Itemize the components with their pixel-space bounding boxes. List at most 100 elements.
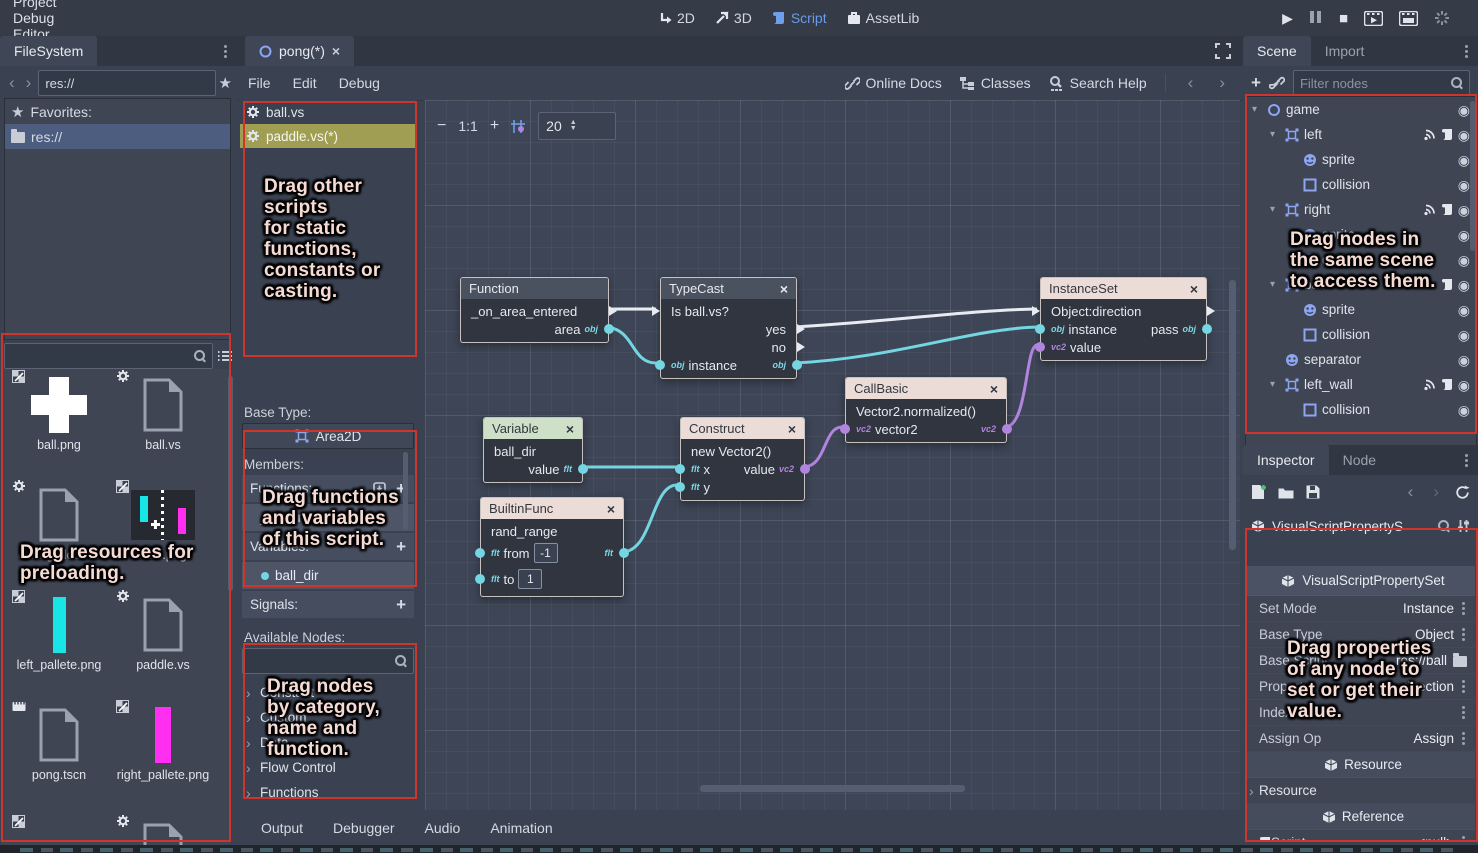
- folder-icon[interactable]: [1453, 656, 1467, 667]
- workspace-assetlib[interactable]: AssetLib: [847, 10, 920, 26]
- property-menu-icon[interactable]: [1460, 600, 1467, 617]
- scene-node-sprite[interactable]: sprite◉: [1246, 222, 1476, 247]
- dock-menu-icon[interactable]: [1463, 452, 1470, 469]
- inspector-expand-resource[interactable]: ›Resource: [1245, 778, 1475, 804]
- file-pong.tscn[interactable]: pong.tscn: [10, 702, 108, 783]
- inspector-section-resource[interactable]: Resource: [1245, 752, 1475, 778]
- graph-hscrollbar[interactable]: [700, 785, 965, 792]
- history-back-button[interactable]: ‹: [5, 73, 19, 93]
- tab-pong-script[interactable]: pong(*) ×: [245, 36, 354, 66]
- save-resource-icon[interactable]: [1306, 485, 1320, 499]
- menu-debug[interactable]: Debug: [0, 10, 70, 26]
- inspector-prop-set-mode[interactable]: Set ModeInstance: [1245, 596, 1475, 622]
- visibility-eye-icon[interactable]: ◉: [1458, 378, 1470, 392]
- tab-filesystem[interactable]: FileSystem: [0, 36, 97, 66]
- seq-out-port[interactable]: [797, 324, 805, 334]
- category-flow-control[interactable]: ›Flow Control: [242, 755, 414, 780]
- script-item-ball.vs[interactable]: ball.vs: [240, 100, 416, 124]
- list-view-toggle-icon[interactable]: [217, 349, 233, 363]
- seq-out-port[interactable]: [797, 342, 805, 352]
- workspace-3d[interactable]: 3D: [715, 10, 752, 26]
- distraction-free-icon[interactable]: [1215, 43, 1231, 59]
- script-menu-debug[interactable]: Debug: [328, 75, 391, 91]
- signal-icon[interactable]: [1423, 203, 1436, 216]
- data-out-port[interactable]: [578, 464, 588, 474]
- variable-item[interactable]: ball_dir: [242, 562, 414, 589]
- pause-button[interactable]: [1309, 10, 1323, 26]
- close-icon[interactable]: ×: [566, 421, 574, 437]
- filter-nodes-input[interactable]: Filter nodes: [1293, 70, 1470, 96]
- favorite-res-row[interactable]: res://: [5, 124, 230, 149]
- visibility-eye-icon[interactable]: ◉: [1458, 353, 1470, 367]
- history-forward-button[interactable]: ›: [1429, 482, 1443, 502]
- load-resource-icon[interactable]: [1278, 486, 1294, 499]
- chevron-down-icon[interactable]: ▾: [1270, 129, 1280, 140]
- zoom-out-button[interactable]: −: [437, 117, 446, 135]
- graph-node-construct[interactable]: Construct×new Vector2()fltxvaluevc2flty: [680, 417, 805, 501]
- visibility-eye-icon[interactable]: ◉: [1458, 253, 1470, 267]
- category-data[interactable]: ›Data: [242, 730, 414, 755]
- function-item[interactable]: _on_area_entered: [242, 504, 414, 531]
- script-menu-file[interactable]: File: [237, 75, 282, 91]
- category-custom[interactable]: ›Custom: [242, 705, 414, 730]
- property-menu-icon[interactable]: [1460, 678, 1467, 695]
- play-button[interactable]: ▶: [1282, 10, 1293, 27]
- visibility-eye-icon[interactable]: ◉: [1458, 278, 1470, 292]
- dock-menu-icon[interactable]: [1463, 43, 1470, 60]
- inspector-prop-base-type[interactable]: Base TypeObject: [1245, 622, 1475, 648]
- scene-node-collision[interactable]: collision◉: [1246, 397, 1476, 422]
- file-left_pallete.png[interactable]: left_pallete.png: [10, 592, 108, 673]
- visibility-eye-icon[interactable]: ◉: [1458, 303, 1470, 317]
- data-in-port[interactable]: [475, 548, 485, 558]
- workspace-2d[interactable]: 2D: [658, 10, 695, 26]
- node-header[interactable]: Construct×: [681, 418, 804, 439]
- file-paddle.vs[interactable]: paddle.vs: [114, 592, 212, 673]
- close-icon[interactable]: ×: [780, 281, 788, 297]
- property-menu-icon[interactable]: [1460, 626, 1467, 643]
- data-out-port[interactable]: [604, 324, 614, 334]
- instance-scene-icon[interactable]: [1269, 76, 1285, 90]
- resource-selector-name[interactable]: VisualScriptPropertyS: [1272, 519, 1431, 534]
- add-button[interactable]: +: [396, 595, 406, 615]
- data-in-port[interactable]: [1035, 342, 1045, 352]
- data-out-port[interactable]: [800, 464, 810, 474]
- chevron-down-icon[interactable]: ▾: [1252, 104, 1262, 115]
- seq-in-port[interactable]: [1032, 306, 1040, 316]
- history-forward-button[interactable]: ›: [22, 73, 36, 93]
- data-in-port[interactable]: [475, 574, 485, 584]
- value-field[interactable]: 1: [518, 569, 542, 589]
- scene-node-left[interactable]: ▾left◉: [1246, 122, 1476, 147]
- property-menu-icon[interactable]: [1460, 834, 1467, 841]
- visibility-eye-icon[interactable]: ◉: [1458, 178, 1470, 192]
- path-input[interactable]: res://: [38, 70, 215, 96]
- tab-inspector[interactable]: Inspector: [1243, 445, 1329, 475]
- visibility-eye-icon[interactable]: ◉: [1458, 228, 1470, 242]
- dock-menu-icon[interactable]: [222, 43, 229, 60]
- script-item-paddle.vs[interactable]: paddle.vs(*): [240, 124, 416, 148]
- seq-out-port[interactable]: [609, 306, 617, 316]
- scene-node-sprite[interactable]: sprite◉: [1246, 297, 1476, 322]
- file-icon.png[interactable]: icon.png: [114, 482, 212, 563]
- prop-value-text[interactable]: Object: [1415, 627, 1454, 642]
- data-out-port[interactable]: [1002, 424, 1012, 434]
- search-icon[interactable]: [1438, 520, 1450, 532]
- inspector-prop-index[interactable]: Index: [1245, 700, 1475, 726]
- tab-node[interactable]: Node: [1329, 445, 1390, 475]
- data-in-port[interactable]: [675, 482, 685, 492]
- inspector-resource-header[interactable]: VisualScriptPropertySet: [1245, 566, 1475, 596]
- script-icon[interactable]: [1441, 203, 1453, 216]
- spinbox-stepper[interactable]: ▲▼: [570, 120, 577, 132]
- prop-value-text[interactable]: Instance: [1403, 601, 1454, 616]
- visibility-eye-icon[interactable]: ◉: [1458, 153, 1470, 167]
- property-menu-icon[interactable]: [1460, 704, 1467, 721]
- script-menu-edit[interactable]: Edit: [282, 75, 328, 91]
- close-icon[interactable]: ×: [990, 381, 998, 397]
- tab-scene[interactable]: Scene: [1243, 36, 1311, 66]
- help-classes[interactable]: Classes: [960, 75, 1031, 91]
- seq-in-port[interactable]: [652, 306, 660, 316]
- node-header[interactable]: CallBasic×: [846, 378, 1006, 399]
- graph-node-typecast[interactable]: TypeCast×Is ball.vs?yesnoobjinstanceobj: [660, 277, 797, 379]
- chevron-down-icon[interactable]: ▾: [1270, 204, 1280, 215]
- data-in-port[interactable]: [655, 360, 665, 370]
- data-in-port[interactable]: [1035, 324, 1045, 334]
